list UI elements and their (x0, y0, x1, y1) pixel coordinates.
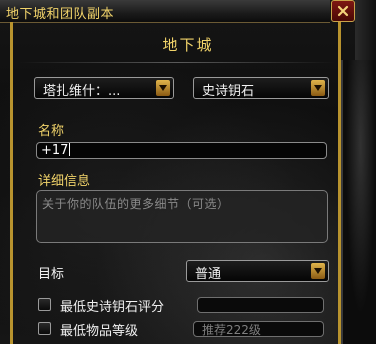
window-title: 地下城和团队副本 (6, 7, 115, 22)
details-label: 详细信息 (38, 174, 91, 189)
min-keystone-label: 最低史诗钥石评分 (60, 300, 165, 315)
close-button[interactable] (331, 0, 355, 22)
name-input[interactable]: +17 (36, 142, 327, 159)
panel-heading: 地下城 (162, 36, 214, 54)
heading-divider (18, 62, 336, 63)
min-ilvl-placeholder: 推荐222级 (202, 323, 261, 337)
min-keystone-input[interactable] (197, 297, 324, 313)
group-finder-window: 地下城和团队副本 地下城 塔扎维什：... 史诗钥石 名称 +17 详细信息 关… (0, 0, 376, 344)
title-bar[interactable]: 地下城和团队副本 (0, 0, 330, 23)
activity-type-dropdown-value: 史诗钥石 (202, 84, 255, 99)
dungeon-dropdown[interactable]: 塔扎维什：... (34, 77, 174, 99)
min-ilvl-input[interactable]: 推荐222级 (193, 321, 324, 337)
chevron-down-icon (156, 80, 170, 96)
name-input-value: +17 (41, 143, 71, 158)
min-ilvl-label: 最低物品等级 (60, 324, 139, 339)
goal-label: 目标 (38, 267, 65, 282)
goal-dropdown-value: 普通 (195, 267, 222, 282)
chevron-down-icon (311, 263, 325, 279)
min-keystone-checkbox[interactable] (38, 298, 51, 311)
name-label: 名称 (38, 124, 65, 139)
activity-type-dropdown[interactable]: 史诗钥石 (193, 77, 329, 99)
dungeon-dropdown-value: 塔扎维什：... (43, 84, 121, 99)
details-placeholder: 关于你的队伍的更多细节（可选） (42, 197, 230, 211)
chevron-down-icon (311, 80, 325, 96)
goal-dropdown[interactable]: 普通 (186, 260, 329, 282)
background-scenery (341, 60, 376, 344)
min-ilvl-checkbox[interactable] (38, 322, 51, 335)
details-textarea[interactable]: 关于你的队伍的更多细节（可选） (36, 190, 328, 243)
close-icon (337, 5, 349, 17)
